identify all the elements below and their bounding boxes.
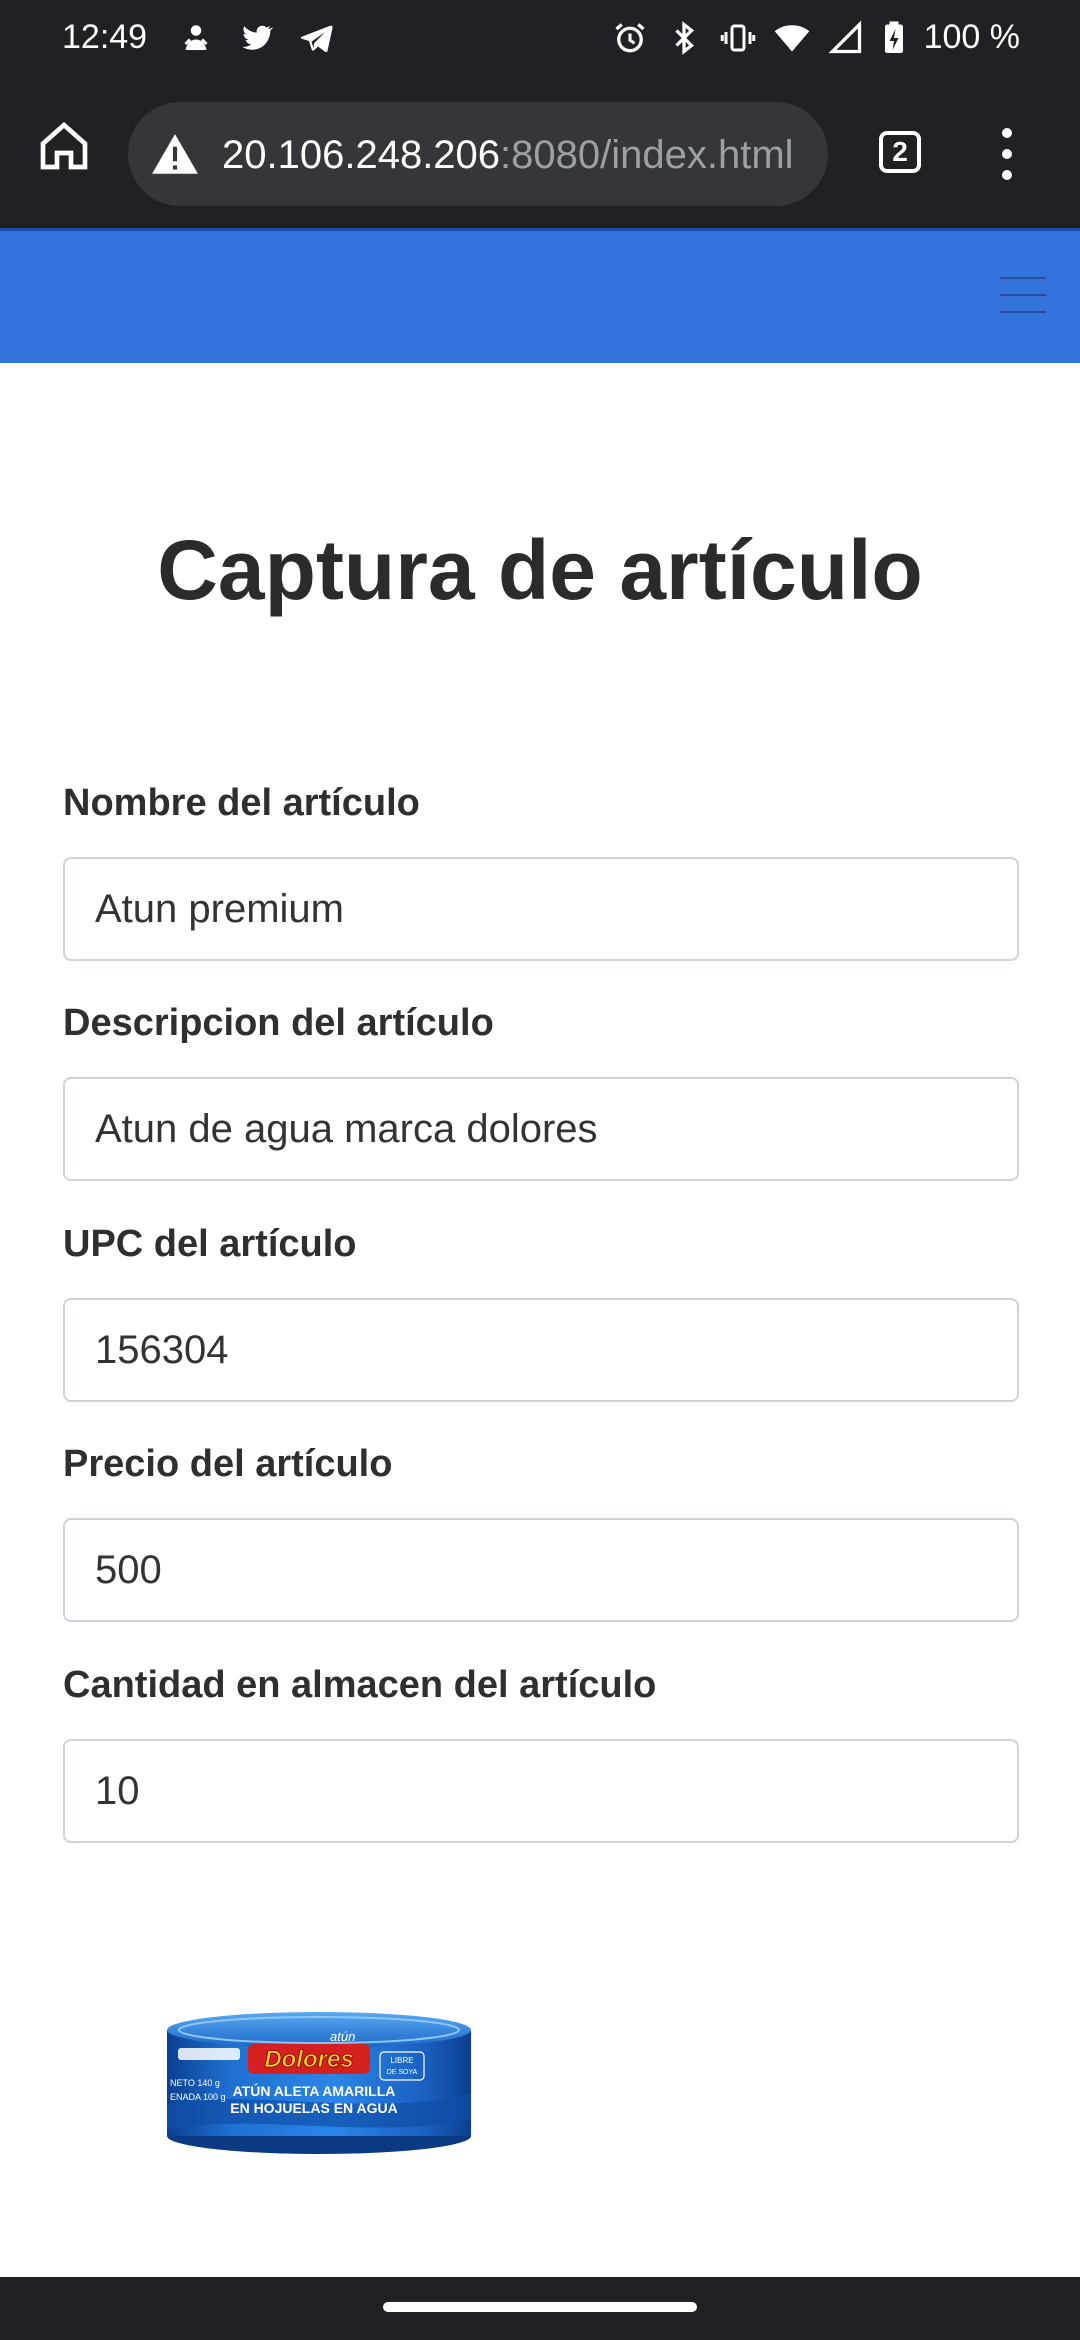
price-input[interactable] xyxy=(63,1518,1019,1622)
status-bar: 12:49 100 % xyxy=(0,0,1080,80)
status-time: 12:49 xyxy=(62,18,148,56)
price-label: Precio del artículo xyxy=(63,1443,393,1485)
badge-line-2: DE SOYA xyxy=(387,2069,418,2076)
twitter-icon xyxy=(238,20,274,56)
alarm-icon xyxy=(612,20,648,56)
description-input[interactable] xyxy=(63,1077,1019,1181)
tab-switcher-button[interactable]: 2 xyxy=(874,126,926,178)
address-bar[interactable]: 20.106.248.206:8080/index.html xyxy=(128,102,828,206)
name-input[interactable] xyxy=(63,857,1019,961)
upc-label: UPC del artículo xyxy=(63,1223,357,1265)
brand-subtitle: atún xyxy=(330,2029,355,2044)
product-image: atún Dolores ATÚN ALETA AMARILLA EN HOJU… xyxy=(164,2008,474,2156)
description-label: Descripcion del artículo xyxy=(63,1002,494,1044)
not-secure-warning-icon[interactable] xyxy=(150,130,200,180)
upc-input[interactable] xyxy=(63,1298,1019,1402)
url-path: :8080/index.html xyxy=(500,133,794,177)
product-line-2: EN HOJUELAS EN AGUA xyxy=(230,2100,398,2116)
brand-name: Dolores xyxy=(264,2046,353,2073)
app-navbar xyxy=(0,228,1080,363)
battery-percent: 100 % xyxy=(923,18,1020,56)
stock-quantity-input[interactable] xyxy=(63,1739,1019,1843)
browser-menu-button[interactable] xyxy=(990,124,1024,184)
menu-dot xyxy=(1002,170,1012,180)
home-button[interactable] xyxy=(34,116,94,176)
wifi-icon xyxy=(774,20,810,56)
stock-quantity-label: Cantidad en almacen del artículo xyxy=(63,1664,657,1706)
notification-app-icon xyxy=(178,20,214,56)
cell-signal-icon xyxy=(828,20,864,56)
net-weight-text: NETO 140 g xyxy=(170,2078,220,2088)
page-title: Captura de artículo xyxy=(157,523,923,617)
bluetooth-icon xyxy=(666,20,702,56)
url-host: 20.106.248.206 xyxy=(222,133,501,177)
tab-count: 2 xyxy=(879,131,921,173)
url-text[interactable]: 20.106.248.206:8080/index.html xyxy=(222,130,802,180)
gesture-home-indicator[interactable] xyxy=(383,2302,697,2312)
menu-dot xyxy=(1002,128,1012,138)
battery-charging-icon xyxy=(882,20,906,56)
product-line-1: ATÚN ALETA AMARILLA xyxy=(233,2082,396,2099)
vibrate-icon xyxy=(720,20,756,56)
drained-weight-text: ENADA 100 g xyxy=(170,2092,226,2102)
name-label: Nombre del artículo xyxy=(63,782,420,824)
menu-dot xyxy=(1002,149,1012,159)
browser-toolbar: 20.106.248.206:8080/index.html 2 xyxy=(0,80,1080,228)
telegram-icon xyxy=(298,20,334,56)
badge-line-1: LIBRE xyxy=(390,2056,413,2065)
home-icon xyxy=(40,121,88,170)
hamburger-menu-icon[interactable] xyxy=(1000,277,1046,313)
